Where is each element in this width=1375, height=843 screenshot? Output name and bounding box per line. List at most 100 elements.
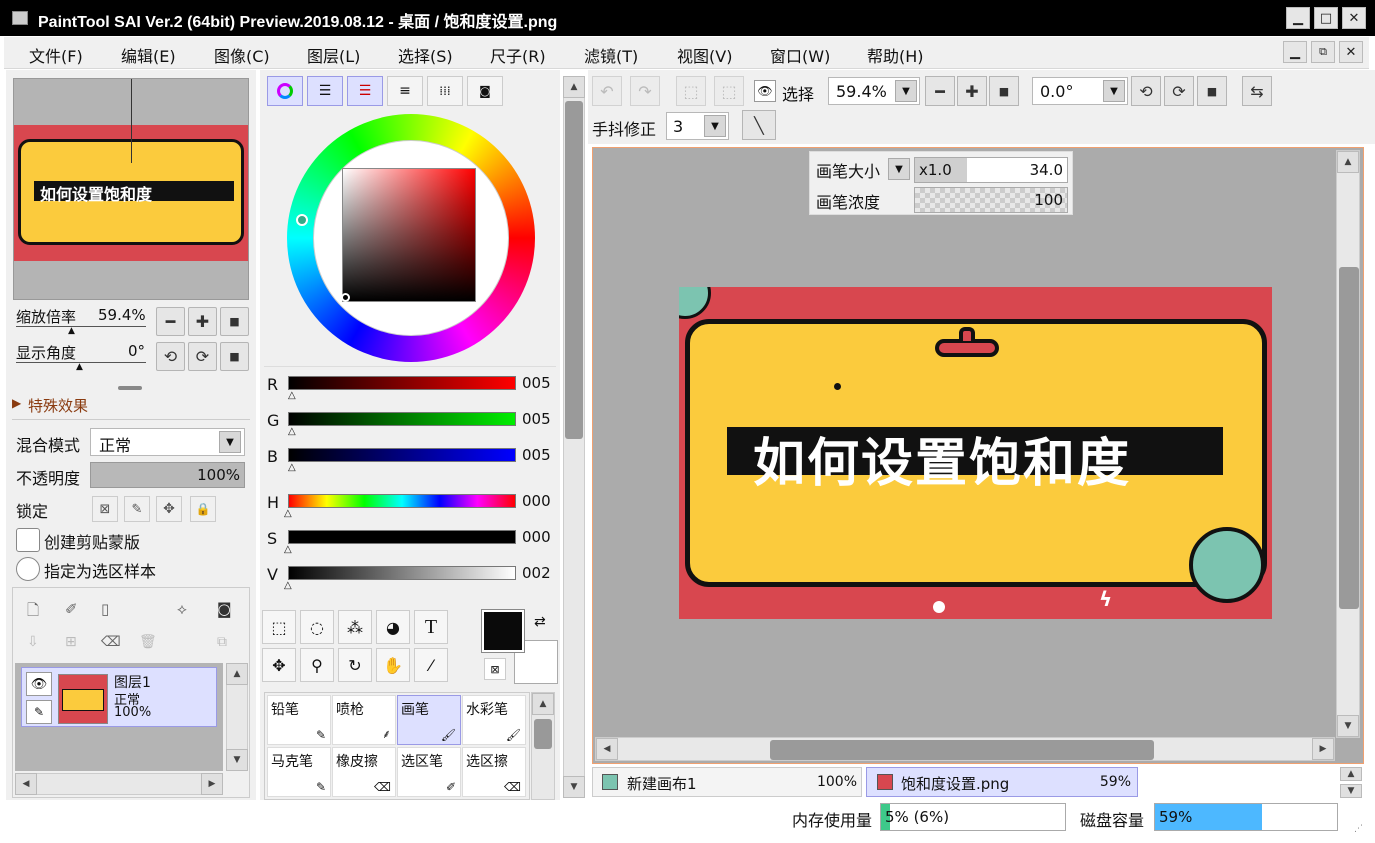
menu-help[interactable]: 帮助(H) (867, 43, 924, 67)
chevron-down-icon[interactable]: ▼ (888, 158, 910, 180)
rgb-slider-tab-icon[interactable]: ☰ (307, 76, 343, 106)
r-slider[interactable] (288, 376, 516, 390)
zoom-reset-button[interactable]: ■ (220, 307, 249, 336)
expand-arrow-icon[interactable]: ▶ (12, 396, 21, 410)
r-slider-handle[interactable]: △ (288, 390, 296, 401)
v-value[interactable]: 002 (522, 564, 551, 582)
zoom-select[interactable]: 59.4% ▼ (828, 77, 920, 105)
hand-icon[interactable]: ✋ (376, 648, 410, 682)
b-value[interactable]: 005 (522, 446, 551, 464)
selection-sample-radio[interactable] (16, 557, 40, 581)
b-slider-handle[interactable]: △ (288, 462, 296, 473)
new-layer-icon[interactable]: 🗋 (27, 600, 39, 625)
layer-effect-icon[interactable]: ⟡ (177, 600, 187, 618)
b-slider[interactable] (288, 448, 516, 462)
close-button[interactable]: ✕ (1342, 7, 1366, 29)
lasso-icon[interactable]: ◌ (300, 610, 334, 644)
layer-vscroll[interactable]: ▲ ▼ (226, 663, 248, 771)
doc-minimize-button[interactable]: ▁ (1283, 41, 1307, 63)
angle-slider-handle[interactable]: ▲ (76, 362, 83, 372)
toolbar-zoom-in-button[interactable]: ✚ (957, 76, 987, 106)
scroll-down-arrow[interactable]: ▼ (563, 776, 585, 798)
menu-ruler[interactable]: 尺子(R) (490, 43, 546, 67)
delete-layer-icon[interactable]: 🗑 (139, 634, 157, 650)
selection-rect-icon[interactable]: ⬚ (262, 610, 296, 644)
scroll-up-arrow[interactable]: ▲ (226, 663, 248, 685)
scratchpad-tab-icon[interactable]: ◙ (467, 76, 503, 106)
shape-select-icon[interactable]: ◕ (376, 610, 410, 644)
lock-all-icon[interactable]: 🔒 (190, 496, 216, 522)
scroll-thumb[interactable] (770, 740, 1154, 760)
toolbar-rotate-left-button[interactable]: ⟲ (1131, 76, 1161, 106)
h-slider-handle[interactable]: △ (284, 508, 292, 519)
eyedropper-icon[interactable]: ⁄ (414, 648, 448, 682)
brush-eraser[interactable]: 橡皮擦 ⌫ (332, 747, 396, 797)
scroll-left-arrow[interactable]: ◀ (15, 773, 37, 795)
menu-layer[interactable]: 图层(L) (307, 43, 360, 67)
panel-vscroll[interactable]: ▲ ▼ (563, 76, 585, 798)
brush-density-slider[interactable]: 100 (914, 187, 1068, 213)
effects-section-label[interactable]: 特殊效果 (28, 395, 88, 416)
canvas-tab-2[interactable]: 饱和度设置.png 59% (866, 767, 1138, 797)
menu-select[interactable]: 选择(S) (398, 43, 453, 67)
angle-select[interactable]: 0.0° ▼ (1032, 77, 1128, 105)
scroll-up-arrow[interactable]: ▲ (1337, 151, 1359, 173)
zoom-icon[interactable]: ⚲ (300, 648, 334, 682)
layer-copy-icon[interactable]: ⧉ (217, 634, 227, 650)
zoom-in-button[interactable]: ✚ (188, 307, 217, 336)
redo-button[interactable]: ↷ (630, 76, 660, 106)
g-value[interactable]: 005 (522, 410, 551, 428)
stabilizer-select[interactable]: 3 ▼ (666, 112, 729, 140)
brush-brush[interactable]: 画笔 🖌 (397, 695, 461, 745)
layer-row[interactable]: 👁 ✎ 图层1 正常 100% (21, 667, 217, 727)
undo-button[interactable]: ↶ (592, 76, 622, 106)
layer-visibility-eye-icon[interactable]: 👁 (26, 672, 52, 696)
toolbar-zoom-reset-button[interactable]: ■ (989, 76, 1019, 106)
minimize-button[interactable]: ▁ (1286, 7, 1310, 29)
flip-horizontal-button[interactable]: ⇆ (1242, 76, 1272, 106)
zoom-slider-track[interactable] (16, 326, 146, 327)
new-pen-layer-icon[interactable]: ✐ (65, 600, 78, 618)
tabs-scroll-up-arrow[interactable]: ▲ (1340, 767, 1362, 781)
merge-down-icon[interactable]: ⊞ (65, 634, 77, 650)
toolbar-zoom-out-button[interactable]: ━ (925, 76, 955, 106)
deselect-button[interactable]: ⬚ (676, 76, 706, 106)
clear-layer-icon[interactable]: ⌫ (101, 634, 121, 650)
transparent-color-icon[interactable]: ⊠ (484, 658, 506, 680)
scroll-right-arrow[interactable]: ▶ (1312, 738, 1334, 760)
brush-airbrush[interactable]: 喷枪 ⸙ (332, 695, 396, 745)
canvas-vscroll[interactable]: ▲ ▼ (1336, 150, 1360, 738)
maximize-button[interactable]: □ (1314, 7, 1338, 29)
doc-close-button[interactable]: ✕ (1339, 41, 1363, 63)
lock-paint-icon[interactable]: ✎ (124, 496, 150, 522)
layer-mask-icon[interactable]: ◙ (217, 600, 232, 618)
rotate-icon[interactable]: ↻ (338, 648, 372, 682)
doc-restore-button[interactable]: ⧉ (1311, 41, 1335, 63)
brush-marker[interactable]: 马克笔 ✎ (267, 747, 331, 797)
menu-edit[interactable]: 编辑(E) (121, 43, 176, 67)
angle-reset-button[interactable]: ■ (220, 342, 249, 371)
menu-window[interactable]: 窗口(W) (770, 43, 830, 67)
tabs-scroll-down-arrow[interactable]: ▼ (1340, 784, 1362, 798)
color-wheel-tab-icon[interactable] (267, 76, 303, 106)
v-slider[interactable] (288, 566, 516, 580)
menu-view[interactable]: 视图(V) (677, 43, 732, 67)
opacity-slider[interactable]: 100% (90, 462, 245, 488)
show-selection-eye-icon[interactable]: 👁 (754, 80, 776, 102)
canvas-hscroll[interactable]: ◀ ▶ (595, 737, 1335, 761)
menu-image[interactable]: 图像(C) (214, 43, 270, 67)
zoom-slider-handle[interactable]: ▲ (68, 326, 75, 336)
layer-hscroll[interactable]: ◀ ▶ (15, 773, 223, 795)
lock-move-icon[interactable]: ✥ (156, 496, 182, 522)
hsv-slider-tab-icon[interactable]: ☰ (347, 76, 383, 106)
brush-pencil[interactable]: 铅笔 ✎ (267, 695, 331, 745)
menu-filter[interactable]: 滤镜(T) (584, 43, 638, 67)
g-slider-handle[interactable]: △ (288, 426, 296, 437)
saturation-value-square[interactable] (342, 168, 476, 302)
clip-mask-checkbox[interactable] (16, 528, 40, 552)
text-tool-icon[interactable]: T (414, 610, 448, 644)
transfer-down-icon[interactable]: ⇩ (27, 634, 39, 650)
straight-line-button[interactable]: ╲ (742, 110, 776, 140)
h-value[interactable]: 000 (522, 492, 551, 510)
invert-select-button[interactable]: ⬚ (714, 76, 744, 106)
